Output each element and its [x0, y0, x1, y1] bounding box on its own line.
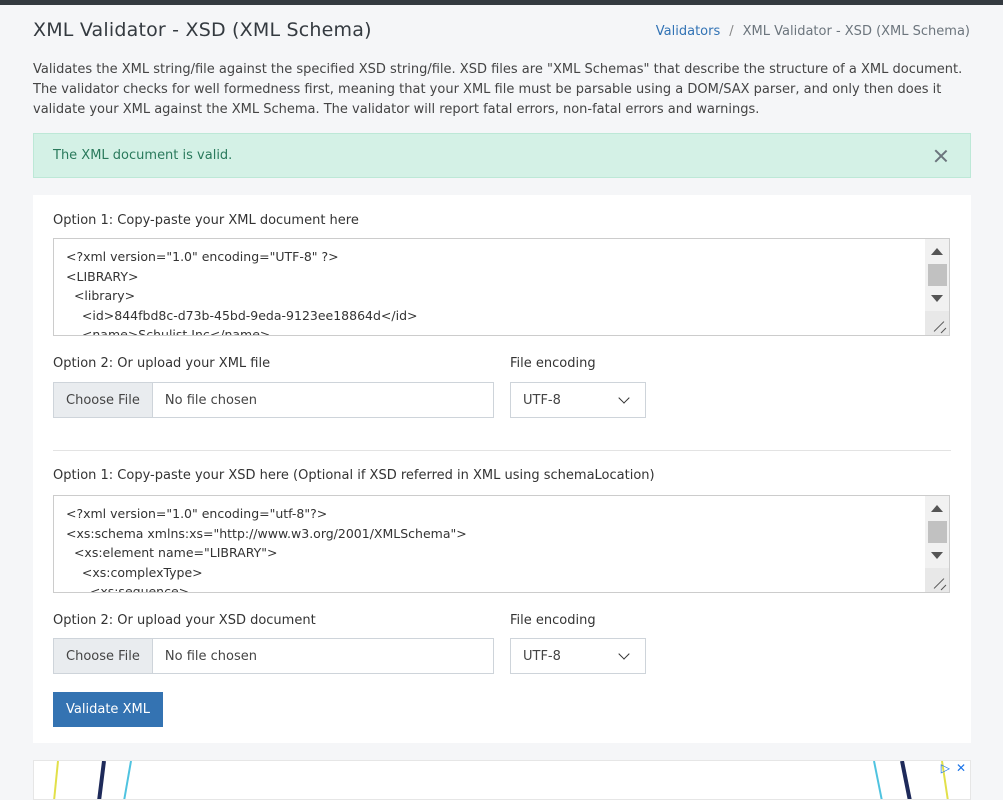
resize-grip-icon[interactable]	[925, 311, 949, 335]
validator-form: Option 1: Copy-paste your XML document h…	[33, 195, 971, 743]
xsd-paste-label: Option 1: Copy-paste your XSD here (Opti…	[53, 468, 655, 483]
xml-line: <name>Schulist Inc</name>	[66, 327, 271, 336]
xsd-encoding-label: File encoding	[510, 613, 596, 628]
xml-textarea[interactable]: <?xml version="1.0" encoding="UTF-8" ?> …	[53, 238, 950, 336]
xsd-line: <xs:schema xmlns:xs="http://www.w3.org/2…	[66, 525, 467, 541]
xsd-encoding-value: UTF-8	[523, 648, 561, 664]
breadcrumb-current: XML Validator - XSD (XML Schema)	[742, 24, 970, 39]
xsd-choose-file-button[interactable]: Choose File	[54, 639, 153, 673]
xml-encoding-select[interactable]: UTF-8	[510, 382, 646, 418]
breadcrumb-separator: /	[729, 24, 734, 39]
page-description: Validates the XML string/file against th…	[33, 62, 963, 117]
scroll-down-arrow-icon[interactable]	[931, 552, 943, 559]
validate-xml-button[interactable]: Validate XML	[53, 692, 163, 727]
xml-encoding-value: UTF-8	[523, 392, 561, 408]
xsd-upload-label: Option 2: Or upload your XSD document	[53, 613, 316, 628]
xml-paste-label: Option 1: Copy-paste your XML document h…	[53, 213, 359, 228]
xsd-line: <xs:sequence>	[66, 584, 190, 593]
xml-choose-file-button[interactable]: Choose File	[54, 383, 153, 417]
xsd-file-input[interactable]: Choose File No file chosen	[53, 638, 494, 674]
xsd-line: <xs:complexType>	[66, 564, 203, 580]
scroll-thumb[interactable]	[928, 264, 947, 286]
xsd-line: <?xml version="1.0" encoding="utf-8"?>	[66, 506, 328, 521]
ad-graphic-icon	[53, 761, 949, 799]
page-title: XML Validator - XSD (XML Schema)	[33, 19, 372, 41]
xsd-encoding-select[interactable]: UTF-8	[510, 638, 646, 674]
ad-controls: ▷ ✕	[941, 761, 966, 775]
xml-encoding-label: File encoding	[510, 356, 596, 371]
chevron-down-icon	[618, 648, 630, 660]
ad-choices-icon[interactable]: ▷	[941, 761, 950, 775]
xml-line: <LIBRARY>	[66, 268, 139, 284]
xml-file-status: No file chosen	[164, 392, 257, 408]
success-alert: The XML document is valid.	[33, 133, 971, 178]
xsd-textarea[interactable]: <?xml version="1.0" encoding="utf-8"?> <…	[53, 495, 950, 593]
xml-upload-label: Option 2: Or upload your XML file	[53, 356, 271, 371]
xml-file-input[interactable]: Choose File No file chosen	[53, 382, 494, 418]
alert-message: The XML document is valid.	[53, 148, 233, 163]
ad-close-icon[interactable]: ✕	[956, 761, 966, 775]
scroll-down-arrow-icon[interactable]	[931, 295, 943, 302]
xsd-line: <xs:element name="LIBRARY">	[66, 545, 278, 560]
xml-line: <id>844fbd8c-d73b-45bd-9eda-9123ee18864d…	[66, 307, 418, 323]
chevron-down-icon	[618, 392, 630, 404]
xml-line: <library>	[66, 288, 136, 303]
advertisement-banner[interactable]: ▷ ✕	[33, 760, 971, 800]
resize-grip-icon[interactable]	[925, 568, 949, 592]
scroll-up-arrow-icon[interactable]	[931, 248, 943, 255]
top-bar	[0, 0, 1003, 5]
close-icon[interactable]	[933, 148, 949, 164]
breadcrumb-validators-link[interactable]: Validators	[656, 24, 720, 39]
scroll-thumb[interactable]	[928, 521, 947, 543]
scroll-up-arrow-icon[interactable]	[931, 505, 943, 512]
xsd-file-status: No file chosen	[164, 648, 257, 664]
section-divider	[53, 450, 951, 451]
xml-line: <?xml version="1.0" encoding="UTF-8" ?>	[66, 249, 339, 264]
breadcrumb: Validators / XML Validator - XSD (XML Sc…	[656, 24, 970, 39]
